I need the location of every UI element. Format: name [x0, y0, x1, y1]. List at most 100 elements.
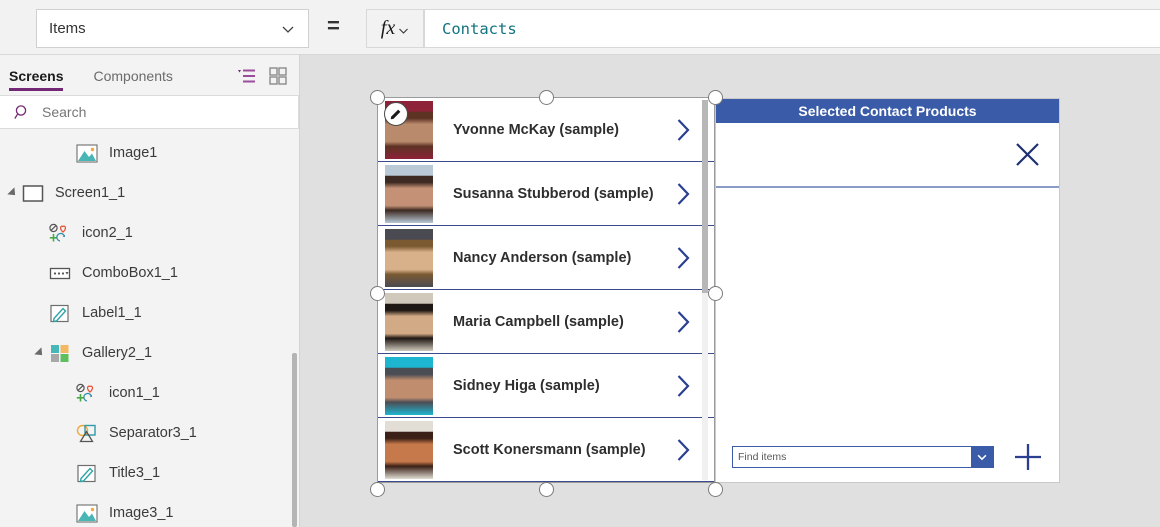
- gallery-icon: [48, 343, 72, 364]
- find-items-combobox[interactable]: Find items: [732, 446, 994, 468]
- tree-item-icon2_1[interactable]: icon2_1: [0, 213, 292, 253]
- contact-name: Maria Campbell (sample): [453, 313, 624, 330]
- tree-item-label: Title3_1: [109, 465, 161, 481]
- panel-header: Selected Contact Products: [716, 99, 1059, 123]
- sidebar-scrollbar[interactable]: [292, 353, 297, 527]
- contact-name: Nancy Anderson (sample): [453, 249, 632, 266]
- label-icon: [48, 303, 72, 324]
- resize-handle-middle-right[interactable]: [708, 286, 723, 301]
- gallery-item[interactable]: Sidney Higa (sample): [378, 354, 714, 418]
- tree-caret-spacer: [37, 273, 48, 274]
- search-input[interactable]: Search: [0, 95, 299, 129]
- contact-name: Sidney Higa (sample): [453, 377, 600, 394]
- tree-item-screen1_1[interactable]: Screen1_1: [0, 173, 292, 213]
- gallery-scrollbar[interactable]: [702, 100, 708, 480]
- image-icon: [75, 143, 99, 164]
- gallery-control[interactable]: Yvonne McKay (sample) Susanna Stubberod (…: [377, 97, 715, 483]
- panel-title: Selected Contact Products: [798, 103, 977, 119]
- label-icon: [75, 463, 99, 484]
- contact-photo: [385, 420, 433, 479]
- tree-item-label: Label1_1: [82, 305, 142, 321]
- find-items-placeholder: Find items: [738, 451, 787, 463]
- screens-tree: Image1 Screen1_1 icon2_1 ComboBox1_1 Label1_…: [0, 133, 292, 527]
- tree-item-combobox1_1[interactable]: ComboBox1_1: [0, 253, 292, 293]
- contact-name: Susanna Stubberod (sample): [453, 185, 654, 202]
- gallery-item[interactable]: Maria Campbell (sample): [378, 290, 714, 354]
- gallery-scrollbar-thumb[interactable]: [702, 100, 708, 293]
- contact-photo: [385, 228, 433, 287]
- tree-item-label: Gallery2_1: [82, 345, 153, 361]
- combobox-icon: [48, 263, 72, 284]
- search-icon: [14, 104, 31, 121]
- tree-caret-spacer: [64, 153, 75, 154]
- sidebar-tabs: Screens Components: [0, 55, 299, 91]
- tree-item-label: Screen1_1: [55, 185, 126, 201]
- tab-components-label: Components: [93, 68, 173, 84]
- chevron-right-icon[interactable]: [675, 438, 692, 462]
- screen-icon: [21, 183, 45, 204]
- chevron-right-icon[interactable]: [675, 182, 692, 206]
- tree-caret-spacer: [64, 513, 75, 514]
- chevron-right-icon[interactable]: [675, 310, 692, 334]
- contact-photo: [385, 292, 433, 351]
- tab-screens-label: Screens: [9, 68, 64, 84]
- tree-caret-spacer: [64, 473, 75, 474]
- tree-item-gallery2_1[interactable]: Gallery2_1: [0, 333, 292, 373]
- resize-handle-bottom-right[interactable]: [708, 482, 723, 497]
- close-x-icon[interactable]: [1014, 141, 1041, 168]
- gallery-item[interactable]: Yvonne McKay (sample): [378, 98, 714, 162]
- tree-item-image1[interactable]: Image1: [0, 133, 292, 173]
- fx-button[interactable]: fx: [366, 9, 424, 48]
- expand-caret-icon[interactable]: [34, 347, 46, 359]
- tab-screens[interactable]: Screens: [9, 68, 64, 91]
- sidebar-view-toggles: [237, 67, 287, 85]
- chevron-down-icon: [398, 23, 409, 34]
- contact-name: Scott Konersmann (sample): [453, 441, 646, 458]
- gallery-item[interactable]: Scott Konersmann (sample): [378, 418, 714, 482]
- chevron-down-icon: [281, 22, 295, 36]
- gallery-item[interactable]: Susanna Stubberod (sample): [378, 162, 714, 226]
- tab-components[interactable]: Components: [93, 68, 172, 91]
- tree-item-image3_1[interactable]: Image3_1: [0, 493, 292, 527]
- chevron-down-icon[interactable]: [971, 447, 993, 467]
- resize-handle-bottom-center[interactable]: [539, 482, 554, 497]
- formula-input[interactable]: Contacts: [424, 9, 1160, 48]
- left-sidebar: Screens Components Search Image1 Screen1…: [0, 55, 300, 527]
- selected-contact-products-panel: Selected Contact Products Find items: [715, 98, 1060, 483]
- tree-item-label1_1[interactable]: Label1_1: [0, 293, 292, 333]
- tree-item-label: ComboBox1_1: [82, 265, 178, 281]
- tree-caret-spacer: [64, 433, 75, 434]
- expand-caret-icon[interactable]: [7, 187, 19, 199]
- gallery-item[interactable]: Nancy Anderson (sample): [378, 226, 714, 290]
- tree-item-label: icon1_1: [109, 385, 160, 401]
- contact-name: Yvonne McKay (sample): [453, 121, 619, 138]
- contact-photo: [385, 164, 433, 223]
- resize-handle-top-right[interactable]: [708, 90, 723, 105]
- chevron-right-icon[interactable]: [675, 246, 692, 270]
- search-placeholder: Search: [42, 104, 87, 120]
- tree-view-icon[interactable]: [237, 68, 256, 85]
- tree-item-label: icon2_1: [82, 225, 133, 241]
- grid-view-icon[interactable]: [269, 67, 287, 85]
- pencil-icon[interactable]: [384, 102, 408, 126]
- chevron-right-icon[interactable]: [675, 374, 692, 398]
- app-canvas: Yvonne McKay (sample) Susanna Stubberod (…: [300, 55, 1160, 527]
- image-icon: [75, 503, 99, 524]
- property-selector[interactable]: Items: [36, 9, 309, 48]
- chevron-right-icon[interactable]: [675, 118, 692, 142]
- tree-item-icon1_1[interactable]: icon1_1: [0, 373, 292, 413]
- resize-handle-bottom-left[interactable]: [370, 482, 385, 497]
- tree-item-label: Separator3_1: [109, 425, 197, 441]
- resize-handle-top-center[interactable]: [539, 90, 554, 105]
- shapes-icon: [75, 423, 99, 444]
- tree-item-label: Image3_1: [109, 505, 174, 521]
- plus-icon[interactable]: [1012, 441, 1044, 473]
- icons-icon: [75, 383, 99, 404]
- resize-handle-middle-left[interactable]: [370, 286, 385, 301]
- tree-item-label: Image1: [109, 145, 158, 161]
- tree-item-separator3_1[interactable]: Separator3_1: [0, 413, 292, 453]
- tree-caret-spacer: [37, 233, 48, 234]
- tree-item-title3_1[interactable]: Title3_1: [0, 453, 292, 493]
- resize-handle-top-left[interactable]: [370, 90, 385, 105]
- tree-caret-spacer: [37, 313, 48, 314]
